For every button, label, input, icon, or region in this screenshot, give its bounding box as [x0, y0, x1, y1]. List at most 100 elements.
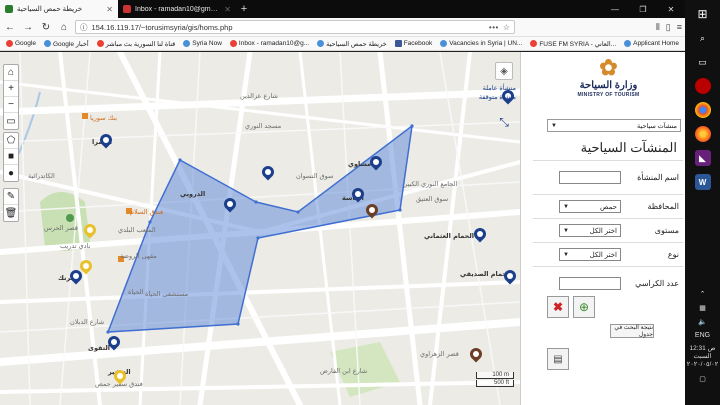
clear-button[interactable]: ✖ — [547, 296, 569, 318]
bookmark-fuse-fm[interactable]: FUSE FM SYRIA - العاني... — [530, 40, 616, 48]
map-label: شارع ابن الفارض — [320, 367, 368, 375]
network-icon[interactable]: ▦ — [699, 304, 706, 312]
map-pin-hamra[interactable] — [97, 131, 115, 149]
map-view-button[interactable]: ▤ — [547, 348, 569, 370]
map-pin-eye-1[interactable] — [259, 163, 277, 181]
close-window-button[interactable]: ✕ — [657, 0, 685, 18]
clock[interactable]: 12:31 ص السبت ٢٠٢٠/٠٥/٠٢ — [687, 345, 719, 369]
results-table-button[interactable]: نتيجة البحث في جدول — [610, 324, 654, 338]
governorate-select[interactable]: حمص ▼ — [559, 200, 621, 213]
map-pin-taqwa[interactable] — [105, 333, 123, 351]
notifications-icon[interactable]: ▢ — [699, 375, 706, 383]
visual-studio-icon[interactable]: ◣ — [694, 150, 711, 166]
row-name: اسم المنشأة — [533, 160, 683, 194]
address-bar[interactable]: ⓘ 154.16.119.17/~torusimsyria/gis/homs.p… — [75, 20, 515, 34]
bookmark-inbox[interactable]: Inbox - ramadan10@g... — [229, 40, 309, 47]
tab-homs-map[interactable]: خريطة حمص السياحية ✕ — [0, 0, 118, 18]
facility-type-select[interactable]: منشآت سياحية ▼ — [547, 119, 681, 132]
bookmarks-bar: Google Google أخبار قناة لنا السورية بث … — [0, 37, 685, 51]
select-box-icon[interactable]: ▭ — [4, 113, 18, 129]
delete-icon[interactable]: 🗑 — [4, 205, 18, 221]
kind-select[interactable]: اختر الكل ▼ — [559, 248, 621, 261]
zoom-in-button[interactable]: + — [4, 81, 18, 97]
forward-icon[interactable]: → — [21, 20, 35, 34]
bookmark-star-icon[interactable]: ☆ — [503, 23, 510, 32]
map-pin-masa[interactable] — [349, 185, 367, 203]
draw-rectangle-icon[interactable]: ■ — [4, 149, 18, 165]
chevron-down-icon: ▼ — [551, 122, 557, 129]
map-pin-mashawi[interactable] — [367, 153, 385, 171]
map-pin-yellow-1[interactable] — [81, 221, 99, 239]
expand-icon[interactable]: ⤡ — [494, 112, 514, 132]
map-pin-hammam-2[interactable] — [501, 267, 519, 285]
map-pin-hammam-1[interactable] — [471, 225, 489, 243]
governorate-value: حمص — [600, 203, 617, 211]
chrome-icon[interactable] — [694, 102, 711, 118]
home-icon[interactable]: ⌂ — [57, 20, 71, 34]
sidebar-icon[interactable]: ▯ — [666, 22, 671, 33]
edit-icon[interactable]: ✎ — [4, 189, 18, 205]
back-icon[interactable]: ← — [3, 20, 17, 34]
bookmark-label: Google — [15, 40, 36, 47]
map-view[interactable]: شارع عزالدينمسجد النوريبنك سورياالحمراقص… — [0, 52, 520, 405]
gmail-favicon-icon — [123, 5, 131, 13]
tab-close-icon[interactable]: ✕ — [224, 5, 231, 14]
maximize-button[interactable]: ❐ — [629, 0, 657, 18]
map-label: مسجد النوري — [245, 122, 282, 130]
chevron-up-icon[interactable]: ⌃ — [700, 290, 706, 298]
bookmark-google-news[interactable]: Google أخبار — [43, 40, 89, 48]
tab-inbox[interactable]: Inbox - ramadan10@gmail.co ✕ — [118, 0, 236, 18]
search-map-icon: ⊕ — [578, 300, 590, 314]
level-select[interactable]: اختر الكل ▼ — [559, 224, 621, 237]
map-pin-karnak[interactable] — [67, 267, 85, 285]
firefox-icon[interactable] — [694, 126, 711, 142]
bookmark-lana-channel[interactable]: قناة لنا السورية بث مباشر — [96, 40, 176, 48]
name-input[interactable] — [559, 171, 621, 184]
map-label: الجامع النوري الكبير — [404, 180, 458, 188]
new-tab-button[interactable]: + — [236, 0, 252, 18]
legend-active: منشأة عاملة — [482, 85, 516, 92]
zoom-out-button[interactable]: − — [4, 97, 18, 113]
map-label: مشاوي — [348, 160, 372, 168]
minimize-button[interactable]: — — [601, 0, 629, 18]
news-icon — [43, 40, 51, 47]
map-label: شارع عزالدين — [240, 92, 278, 100]
map-pin-safir[interactable] — [111, 367, 129, 385]
task-view-icon[interactable]: ▭ — [695, 54, 711, 70]
bookmark-homs-map[interactable]: خريطة حمص السياحية — [317, 40, 387, 48]
draw-polygon-icon[interactable]: ⬠ — [4, 133, 18, 149]
search-icon[interactable]: ⌕ — [695, 30, 711, 46]
library-icon[interactable]: ⫴ — [656, 22, 660, 33]
seats-input[interactable] — [559, 277, 621, 290]
search-button[interactable]: ⊕ — [573, 296, 595, 318]
chevron-down-icon: ▼ — [563, 227, 569, 234]
map-pin-brown-1[interactable] — [363, 201, 381, 219]
windows-start-icon[interactable]: ⊞ — [695, 6, 711, 22]
language-indicator[interactable]: ENG — [695, 332, 710, 339]
word-icon[interactable]: W — [694, 174, 711, 190]
info-icon[interactable]: ⓘ — [80, 22, 88, 33]
map-label: الحمام العثماني — [424, 232, 474, 240]
map-label: الحياة — [128, 288, 144, 296]
map-pin-brown-2[interactable] — [467, 345, 485, 363]
map-pin-eye-2[interactable] — [221, 195, 239, 213]
search-panel: ✿ وزارة السياحة MINISTRY OF TOURISM منشآ… — [520, 52, 685, 405]
reload-icon[interactable]: ↻ — [39, 20, 53, 34]
bookmark-syria-now[interactable]: Syria Now — [183, 40, 222, 47]
page-actions-icon[interactable]: ••• — [489, 23, 499, 32]
logo-english: MINISTRY OF TOURISM — [577, 92, 640, 98]
volume-icon[interactable]: 🔈 — [698, 318, 707, 326]
layers-icon[interactable]: ◈ — [495, 62, 513, 80]
bookmark-label: قناة لنا السورية بث مباشر — [105, 40, 176, 48]
draw-circle-icon[interactable]: ● — [4, 165, 18, 181]
google-icon — [6, 40, 13, 47]
tab-close-icon[interactable]: ✕ — [106, 5, 113, 14]
clock-time: 12:31 ص — [689, 345, 716, 352]
bookmark-applicant-home[interactable]: Applicant Home — [624, 40, 679, 47]
menu-icon[interactable]: ≡ — [677, 22, 682, 33]
bookmark-vacancies[interactable]: Vacancies in Syria | UN... — [440, 40, 522, 47]
home-extent-icon[interactable]: ⌂ — [4, 65, 18, 81]
bookmark-google[interactable]: Google — [6, 40, 36, 47]
recorder-icon[interactable] — [694, 78, 711, 94]
bookmark-facebook[interactable]: Facebook — [394, 40, 432, 47]
